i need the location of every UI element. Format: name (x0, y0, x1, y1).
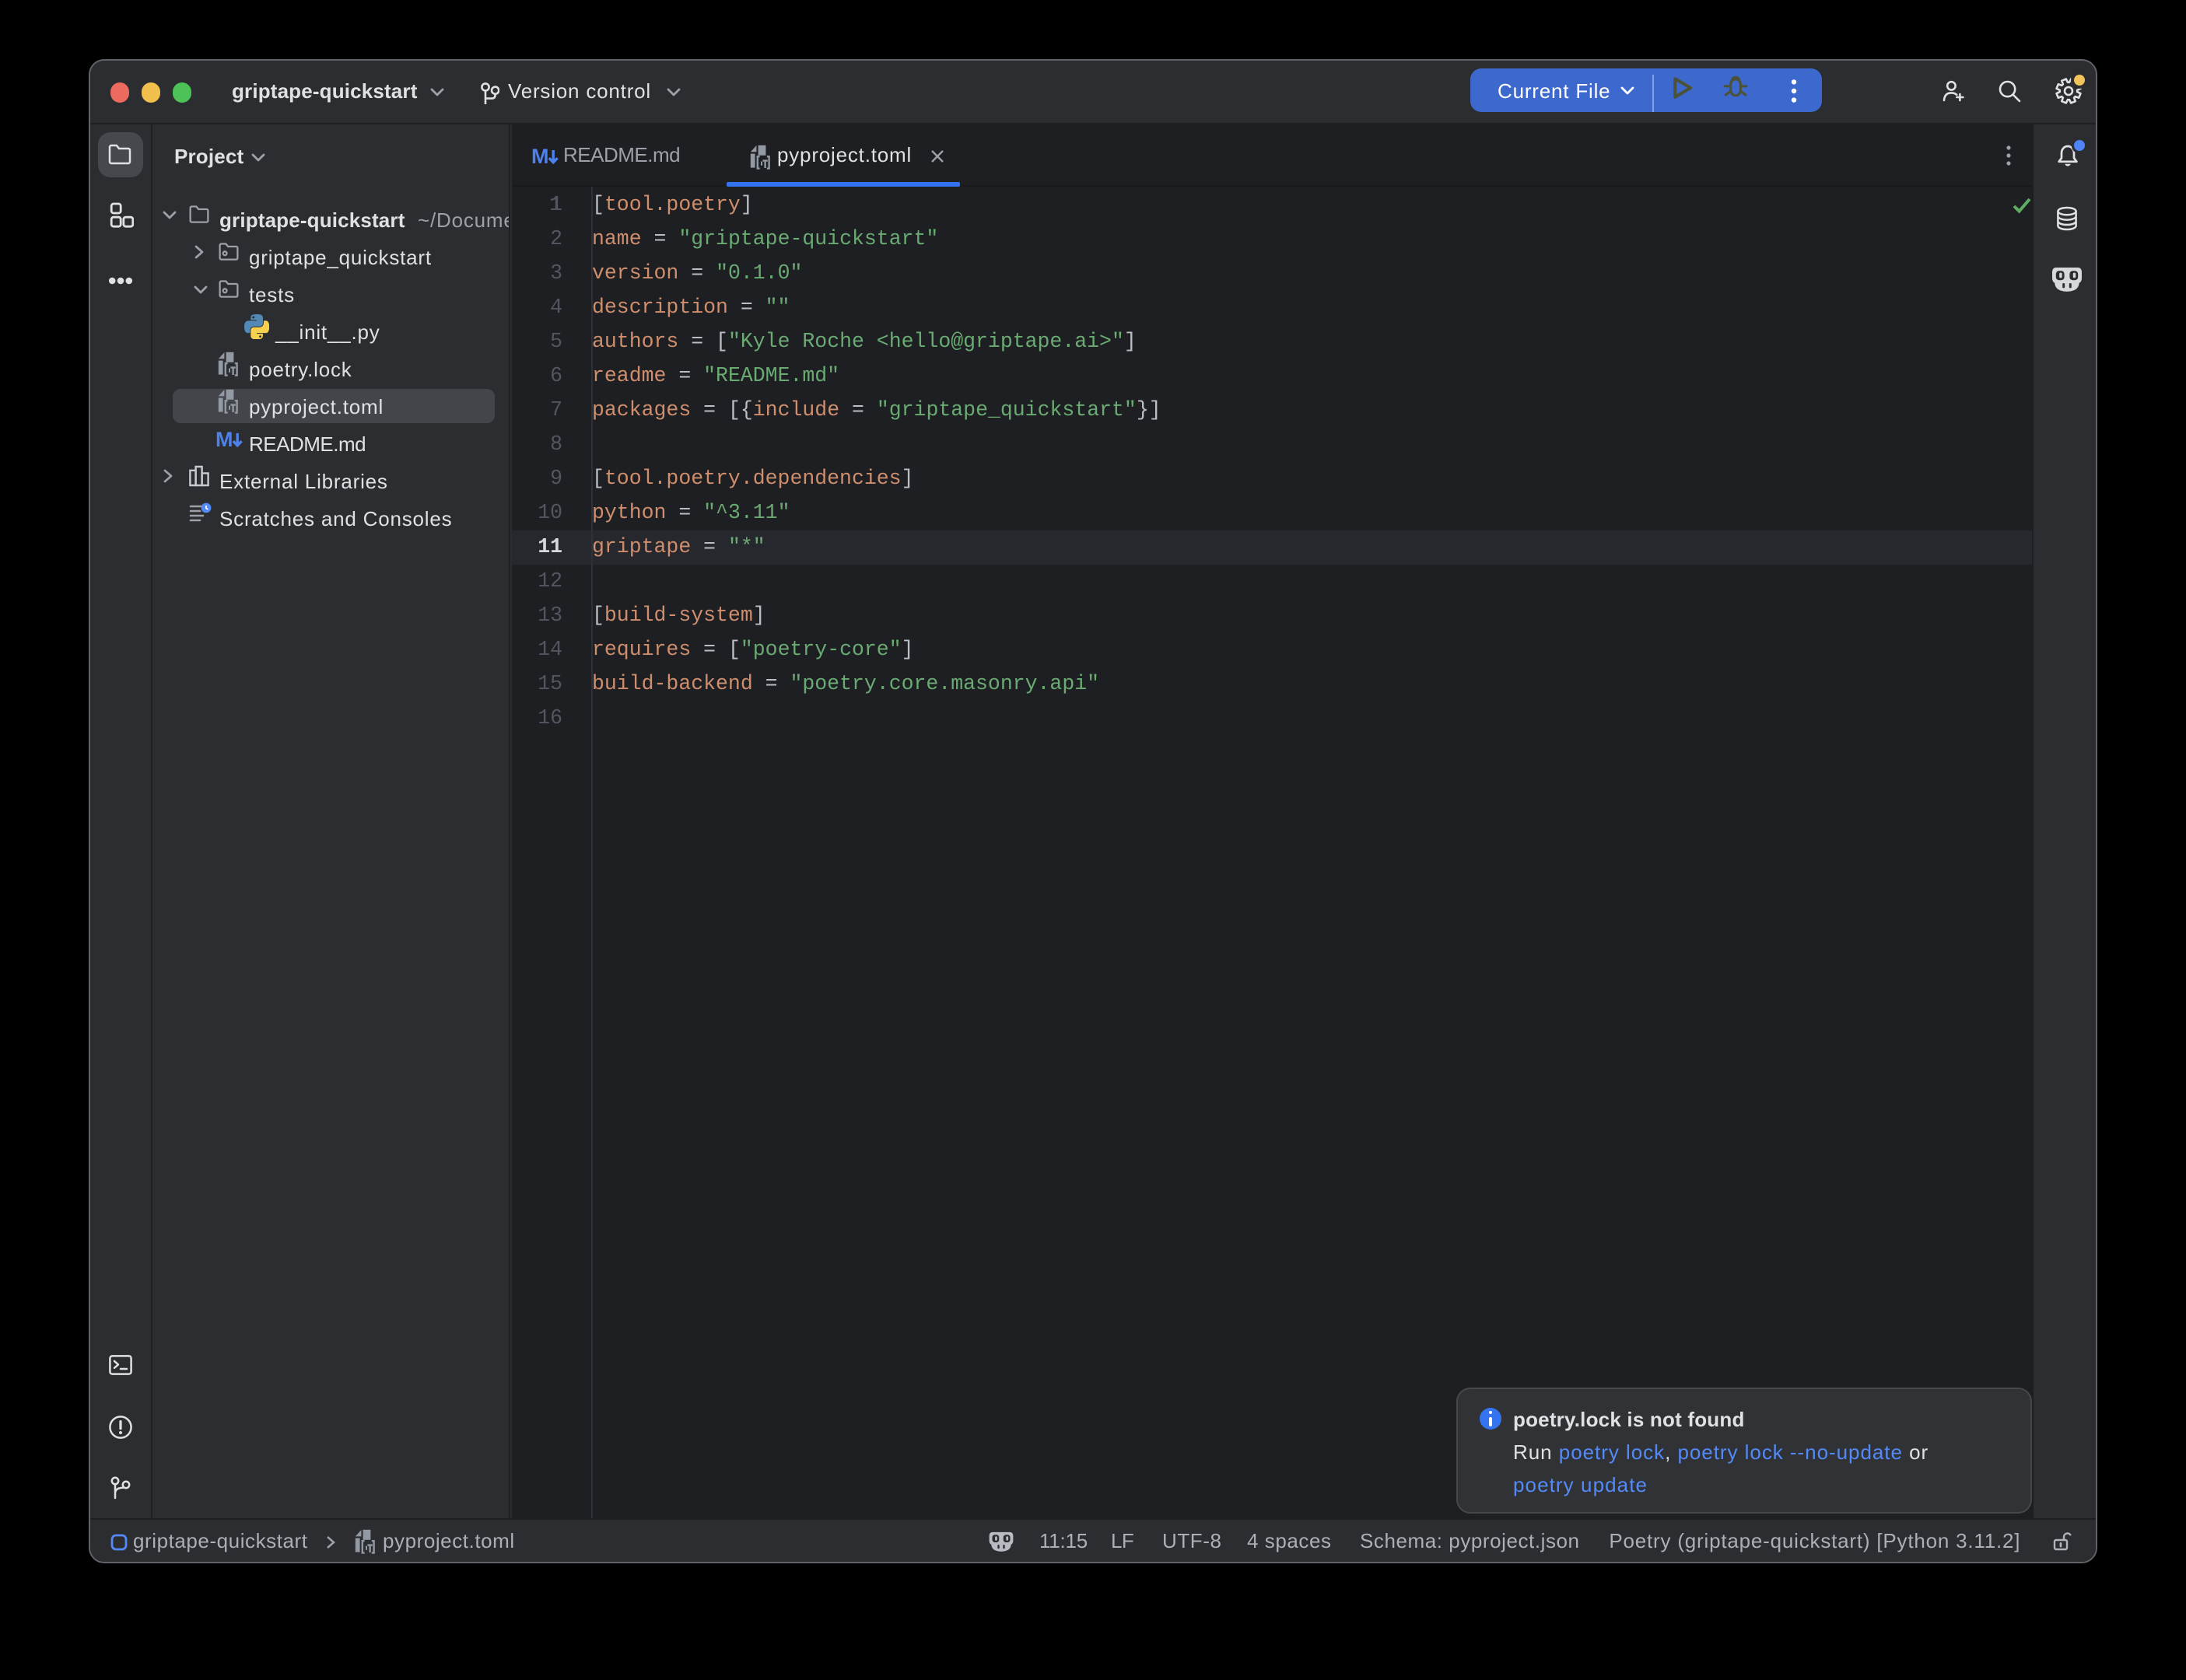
svg-text:M: M (216, 429, 233, 449)
svg-text:M: M (532, 147, 548, 167)
